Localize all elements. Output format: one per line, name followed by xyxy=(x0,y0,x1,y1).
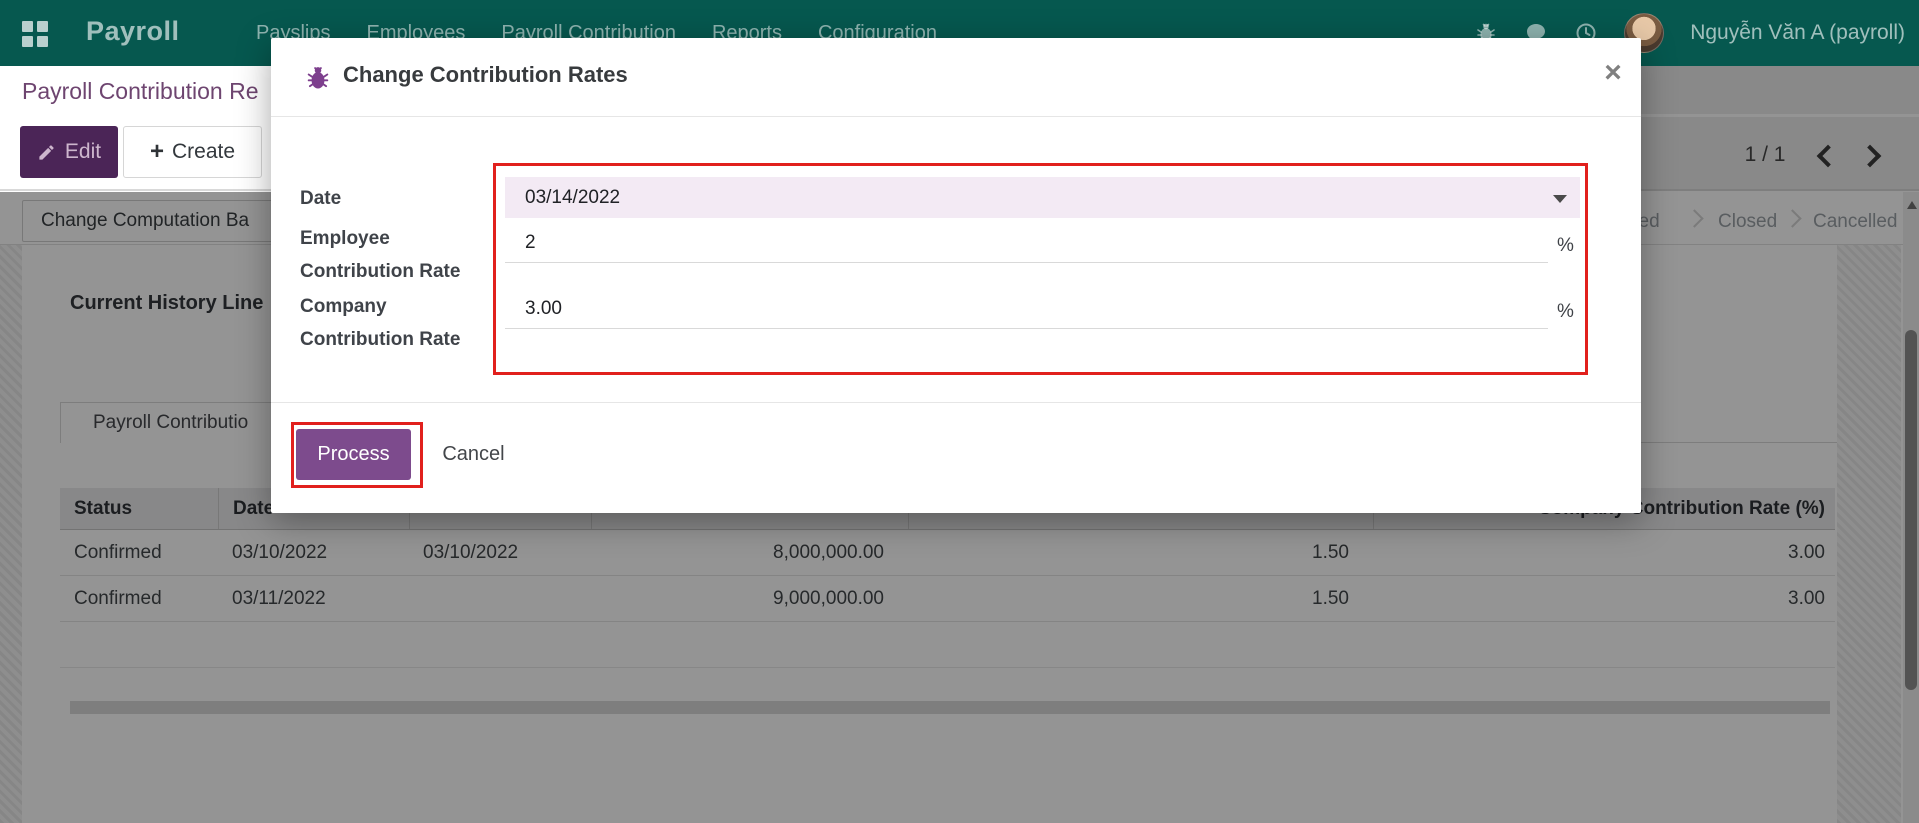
annotation-rectangle xyxy=(291,422,423,488)
bug-icon xyxy=(304,64,332,92)
screen: Payroll Payslips Employees Payroll Contr… xyxy=(0,0,1919,823)
employee-rate-label: Employee Contribution Rate xyxy=(300,222,480,288)
annotation-rectangle xyxy=(493,163,1588,375)
pencil-icon xyxy=(37,143,56,162)
dialog-title: Change Contribution Rates xyxy=(343,62,628,88)
user-name[interactable]: Nguyễn Văn A (payroll) xyxy=(1690,21,1905,45)
edit-button[interactable]: Edit xyxy=(20,126,118,178)
company-rate-label: Company Contribution Rate xyxy=(300,290,480,356)
apps-grid-icon[interactable] xyxy=(22,21,48,47)
app-brand[interactable]: Payroll xyxy=(86,16,180,47)
breadcrumb[interactable]: Payroll Contribution Re xyxy=(22,78,287,105)
date-label: Date xyxy=(300,182,480,215)
create-button-label: Create xyxy=(172,140,235,164)
create-button[interactable]: + Create xyxy=(123,126,262,178)
dialog-header: Change Contribution Rates × xyxy=(271,38,1641,117)
footer-divider xyxy=(271,402,1641,403)
edit-button-label: Edit xyxy=(65,140,101,164)
modal-backdrop xyxy=(1641,66,1919,192)
cancel-button[interactable]: Cancel xyxy=(431,429,516,480)
close-icon[interactable]: × xyxy=(1593,54,1633,94)
plus-icon: + xyxy=(150,140,164,164)
